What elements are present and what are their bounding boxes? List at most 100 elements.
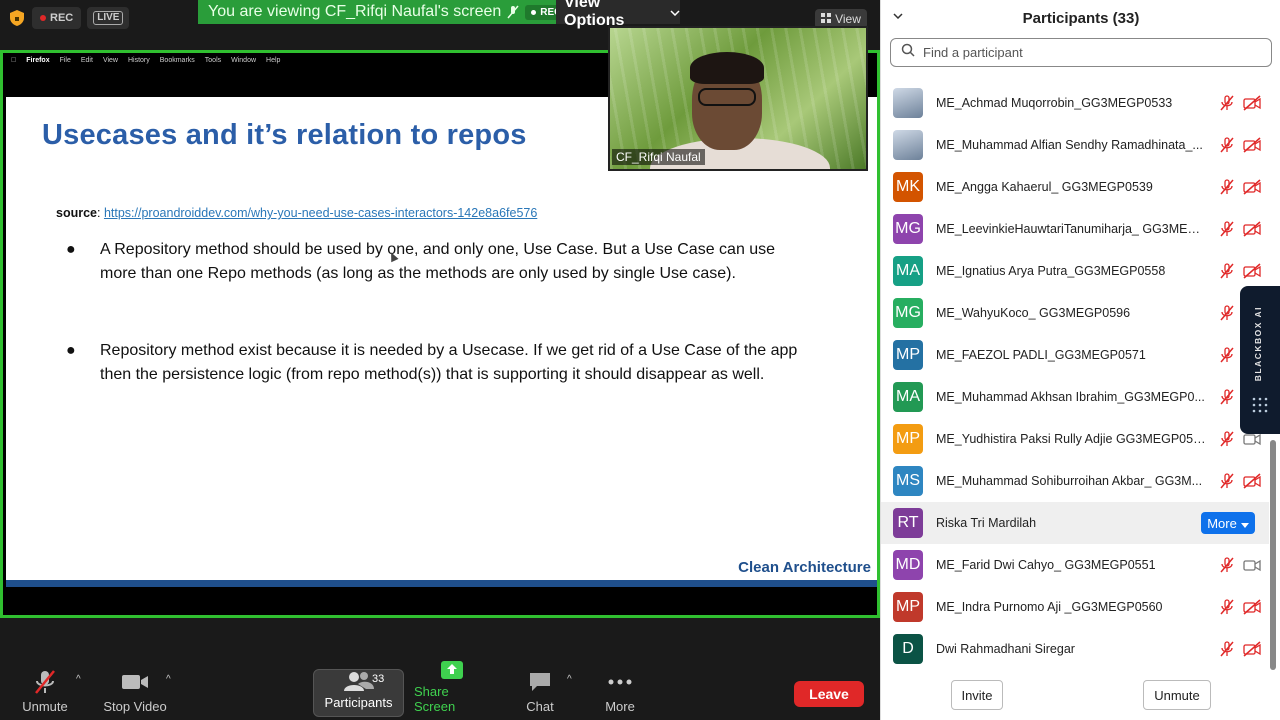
- participant-name: Riska Tri Mardilah: [936, 516, 1037, 530]
- bullet-text: A Repository method should be used by on…: [100, 241, 776, 282]
- participants-count: 33: [372, 673, 385, 685]
- muted-mic-icon: [1219, 347, 1235, 363]
- participant-row[interactable]: RT Riska Tri Mardilah More: [881, 502, 1269, 544]
- participant-name: ME_LeevinkieHauwtariTanumiharja_ GG3MEG.…: [936, 222, 1206, 236]
- muted-microphone-icon: [34, 669, 56, 695]
- search-input[interactable]: [923, 45, 1243, 60]
- live-indicator[interactable]: LIVE: [87, 7, 130, 29]
- participant-row[interactable]: ME_Achmad Muqorrobin_GG3MEGP0533: [881, 82, 1269, 124]
- more-button[interactable]: More: [600, 668, 640, 720]
- chat-bubble-icon: [528, 669, 552, 695]
- participant-name: ME_Muhammad Akhsan Ibrahim_GG3MEGP0...: [936, 390, 1205, 404]
- blackbox-ai-tab[interactable]: BLACKBOX AI: [1240, 286, 1280, 434]
- bullet-dot-icon: ●: [66, 342, 76, 359]
- avatar: [893, 88, 923, 118]
- avatar: MG: [893, 298, 923, 328]
- muted-mic-icon: [1219, 641, 1235, 657]
- participant-row[interactable]: MK ME_Angga Kahaerul_ GG3MEGP0539: [881, 166, 1269, 208]
- caret-down-icon: [1240, 516, 1249, 531]
- participant-row[interactable]: D Dwi Rahmadhani Siregar: [881, 628, 1269, 670]
- participant-name: ME_Muhammad Alfian Sendhy Ramadhinata_..…: [936, 138, 1203, 152]
- menu-window: Window: [225, 57, 256, 64]
- chat-options-caret-icon[interactable]: ^: [567, 674, 572, 685]
- avatar: D: [893, 634, 923, 664]
- apple-icon: : [11, 57, 16, 64]
- participant-row[interactable]: ME_Muhammad Alfian Sendhy Ramadhinata_..…: [881, 124, 1269, 166]
- bullet-text: Repository method exist because it is ne…: [100, 342, 798, 383]
- menu-firefox: Firefox: [21, 57, 49, 64]
- video-camera-icon: [1243, 557, 1261, 573]
- muted-mic-icon: [1219, 431, 1235, 447]
- participant-name: ME_Achmad Muqorrobin_GG3MEGP0533: [936, 96, 1173, 110]
- avatar: MD: [893, 550, 923, 580]
- speaker-hair: [690, 52, 764, 84]
- slide-footer-bar: [6, 580, 877, 587]
- participant-row[interactable]: MP ME_Yudhistira Paksi Rully Adjie GG3MEG…: [881, 418, 1269, 460]
- invite-button[interactable]: Invite: [951, 680, 1003, 710]
- screen-bottom-area: [6, 587, 877, 615]
- view-options-button[interactable]: View Options: [556, 0, 680, 29]
- view-label: View: [835, 12, 861, 26]
- menu-bookmarks: Bookmarks: [154, 57, 195, 64]
- participant-name: ME_Indra Purnomo Aji _GG3MEGP0560: [936, 600, 1163, 614]
- panel-title: Participants (33): [1022, 9, 1140, 27]
- avatar: MG: [893, 214, 923, 244]
- participant-more-button[interactable]: More: [1201, 512, 1255, 534]
- avatar: MS: [893, 466, 923, 496]
- participant-list: ME_Achmad Muqorrobin_GG3MEGP0533 ME_Muham…: [881, 70, 1269, 672]
- search-icon: [901, 43, 915, 62]
- participant-search[interactable]: [890, 38, 1272, 67]
- avatar: MA: [893, 382, 923, 412]
- blackbox-logo-icon: [1251, 396, 1269, 414]
- menu-view: View: [97, 57, 118, 64]
- meeting-area: REC LIVE You are viewing CF_Rifqi Naufal…: [0, 0, 880, 720]
- participant-row[interactable]: MA ME_Ignatius Arya Putra_GG3MEGP0558: [881, 250, 1269, 292]
- stop-video-button[interactable]: Stop Video: [100, 668, 170, 720]
- participant-list-scrollbar[interactable]: [1270, 440, 1276, 670]
- video-off-icon: [1243, 263, 1261, 279]
- participants-panel: Participants (33) ME_Achmad Muqorrobin_G…: [880, 0, 1280, 720]
- leave-button[interactable]: Leave: [794, 681, 864, 707]
- banner-rec-tag: REC: [525, 4, 556, 20]
- menu-tools: Tools: [199, 57, 221, 64]
- avatar: MA: [893, 256, 923, 286]
- speaker-video-tile[interactable]: CF_Rifqi Naufal: [608, 26, 868, 171]
- participant-name: ME_Ignatius Arya Putra_GG3MEGP0558: [936, 264, 1166, 278]
- avatar: RT: [893, 508, 923, 538]
- recording-indicator[interactable]: REC: [32, 7, 82, 29]
- menu-file: File: [54, 57, 71, 64]
- live-label: LIVE: [93, 11, 124, 25]
- participant-row[interactable]: MD ME_Farid Dwi Cahyo_ GG3MEGP0551: [881, 544, 1269, 586]
- participant-row[interactable]: MA ME_Muhammad Akhsan Ibrahim_GG3MEGP0...: [881, 376, 1269, 418]
- stop-video-label: Stop Video: [103, 699, 167, 714]
- participant-name: ME_Yudhistira Paksi Rully Adjie GG3MEGP0…: [936, 432, 1206, 446]
- audio-options-caret-icon[interactable]: ^: [76, 674, 81, 685]
- video-off-icon: [1243, 641, 1261, 657]
- more-label: More: [1207, 515, 1237, 531]
- muted-mic-icon: [1219, 557, 1235, 573]
- participant-name: ME_FAEZOL PADLI_GG3MEGP0571: [936, 348, 1146, 362]
- avatar: [893, 130, 923, 160]
- encryption-shield-icon[interactable]: [8, 8, 26, 28]
- participant-row[interactable]: MP ME_FAEZOL PADLI_GG3MEGP0571: [881, 334, 1269, 376]
- video-options-caret-icon[interactable]: ^: [166, 674, 171, 685]
- participant-row[interactable]: MG ME_LeevinkieHauwtariTanumiharja_ GG3ME…: [881, 208, 1269, 250]
- bullet-item: ● A Repository method should be used by …: [66, 238, 806, 286]
- chevron-down-icon: [670, 3, 680, 21]
- unmute-button[interactable]: Unmute: [20, 668, 70, 720]
- video-off-icon: [1243, 599, 1261, 615]
- participants-label: Participants: [324, 695, 393, 710]
- video-off-icon: [1243, 179, 1261, 195]
- participant-row[interactable]: MG ME_WahyuKoco_ GG3MEGP0596: [881, 292, 1269, 334]
- source-label: source: [56, 206, 97, 220]
- meeting-toolbar: Unmute ^ Stop Video ^ 33 Participants Sh…: [0, 661, 880, 720]
- screen-share-banner: You are viewing CF_Rifqi Naufal's screen…: [198, 0, 556, 24]
- participants-button[interactable]: 33 Participants: [313, 669, 404, 717]
- source-link: https://proandroiddev.com/why-you-need-u…: [103, 206, 538, 220]
- muted-mic-icon: [1219, 95, 1235, 111]
- unmute-me-button[interactable]: Unmute: [1143, 680, 1211, 710]
- chat-button[interactable]: Chat: [520, 668, 560, 720]
- participant-row[interactable]: MS ME_Muhammad Sohiburroihan Akbar_ GG3M.…: [881, 460, 1269, 502]
- participant-row[interactable]: MP ME_Indra Purnomo Aji _GG3MEGP0560: [881, 586, 1269, 628]
- share-screen-button[interactable]: Share Screen: [414, 661, 490, 720]
